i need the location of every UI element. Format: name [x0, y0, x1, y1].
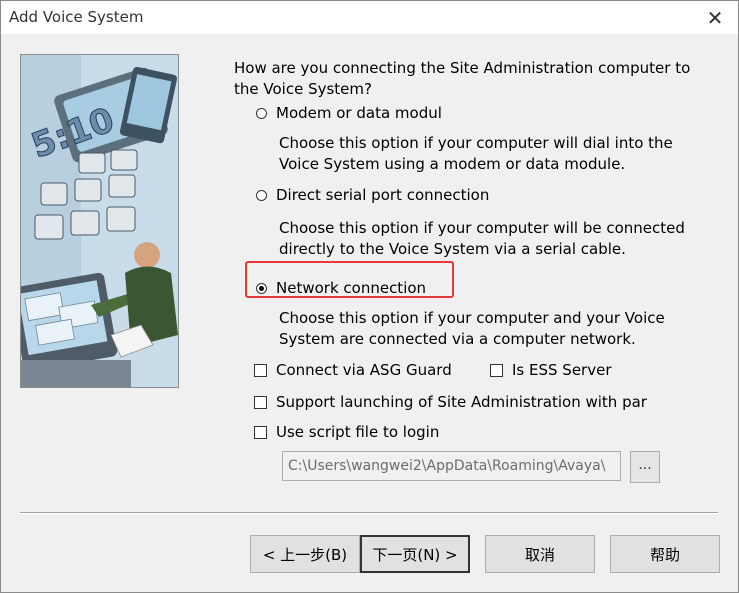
title-bar: Add Voice System ✕ [1, 1, 738, 34]
radio-modem-label: Modem or data modul [276, 104, 442, 122]
connection-question: How are you connecting the Site Administ… [234, 59, 691, 98]
close-button[interactable]: ✕ [692, 1, 738, 34]
checkbox-ess-server-label: Is ESS Server [512, 361, 612, 379]
radio-button-serial[interactable] [256, 189, 267, 201]
wizard-illustration: 5:10 [20, 54, 179, 388]
checkbox-asg-guard-label: Connect via ASG Guard [276, 361, 452, 379]
radio-button-network[interactable] [256, 282, 267, 294]
dialog-body: 5:10 How are you connecting the Site Adm… [1, 34, 738, 592]
window-title: Add Voice System [9, 8, 144, 26]
add-voice-system-dialog: Add Voice System ✕ 5:10 How are you conn… [0, 0, 739, 593]
modem-description: Choose this option if your computer will… [279, 134, 673, 173]
browse-button[interactable]: ... [630, 451, 660, 483]
checkbox-asg-guard[interactable]: Connect via ASG Guard [254, 361, 452, 379]
radio-serial[interactable]: Direct serial port connection [256, 186, 489, 204]
next-button[interactable]: 下一页(N) > [360, 535, 470, 573]
help-button[interactable]: 帮助 [610, 535, 720, 573]
back-button[interactable]: < 上一步(B) [250, 535, 360, 573]
checkbox-support-launch[interactable]: Support launching of Site Administration… [254, 393, 647, 411]
script-path-input[interactable]: C:\Users\wangwei2\AppData\Roaming\Avaya\ [282, 451, 621, 481]
footer-separator [20, 512, 718, 514]
radio-serial-label: Direct serial port connection [276, 186, 490, 204]
checkbox-asg-guard-box[interactable] [254, 363, 267, 377]
checkbox-ess-server-box[interactable] [490, 363, 503, 377]
checkbox-ess-server[interactable]: Is ESS Server [490, 361, 612, 379]
radio-network-label: Network connection [276, 279, 427, 297]
checkbox-support-launch-box[interactable] [254, 395, 267, 409]
close-icon: ✕ [706, 5, 724, 30]
radio-modem[interactable]: Modem or data modul [256, 104, 442, 122]
network-description: Choose this option if your computer and … [279, 309, 665, 348]
serial-description: Choose this option if your computer will… [279, 219, 685, 258]
checkbox-support-launch-label: Support launching of Site Administration… [276, 393, 647, 411]
radio-button-modem[interactable] [256, 107, 267, 119]
checkbox-script-file-box[interactable] [254, 425, 267, 439]
cancel-button[interactable]: 取消 [485, 535, 595, 573]
checkbox-script-file-label: Use script file to login [276, 423, 440, 441]
radio-network[interactable]: Network connection [256, 279, 426, 297]
checkbox-script-file[interactable]: Use script file to login [254, 423, 439, 441]
